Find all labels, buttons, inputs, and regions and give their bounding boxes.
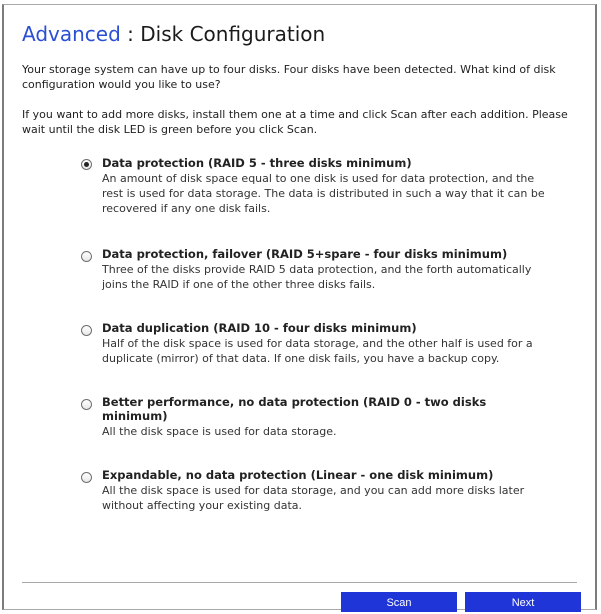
raid0-option-description: All the disk space is used for data stor…: [102, 425, 337, 438]
raid5-spare-radio[interactable]: [81, 251, 92, 262]
raid10-option-description: Half of the disk space is used for data …: [102, 337, 533, 365]
page-heading: Disk Configuration: [140, 22, 326, 46]
dialog-frame: [2, 4, 597, 610]
raid5-spare-option-label[interactable]: Data protection, failover (RAID 5+spare …: [102, 247, 542, 261]
breadcrumb-advanced[interactable]: Advanced: [22, 22, 121, 46]
linear-option-label[interactable]: Expandable, no data protection (Linear -…: [102, 468, 542, 482]
raid10-radio[interactable]: [81, 325, 92, 336]
raid0-option-label[interactable]: Better performance, no data protection (…: [102, 395, 512, 423]
raid5-spare-option-description: Three of the disks provide RAID 5 data p…: [102, 263, 532, 291]
scan-button[interactable]: Scan: [341, 592, 457, 612]
raid5-radio[interactable]: [81, 159, 92, 170]
title-separator: :: [127, 22, 134, 46]
page-title: Advanced : Disk Configuration: [22, 22, 325, 46]
intro-paragraph-2: If you want to add more disks, install t…: [22, 108, 568, 136]
raid5-option-label[interactable]: Data protection (RAID 5 - three disks mi…: [102, 156, 542, 170]
footer-divider: [22, 582, 577, 583]
linear-option-description: All the disk space is used for data stor…: [102, 484, 525, 512]
next-button[interactable]: Next: [465, 592, 581, 612]
intro-paragraph-1: Your storage system can have up to four …: [22, 63, 556, 91]
raid5-option-description: An amount of disk space equal to one dis…: [102, 172, 545, 215]
raid0-radio[interactable]: [81, 399, 92, 410]
raid10-option-label[interactable]: Data duplication (RAID 10 - four disks m…: [102, 321, 542, 335]
linear-radio[interactable]: [81, 472, 92, 483]
